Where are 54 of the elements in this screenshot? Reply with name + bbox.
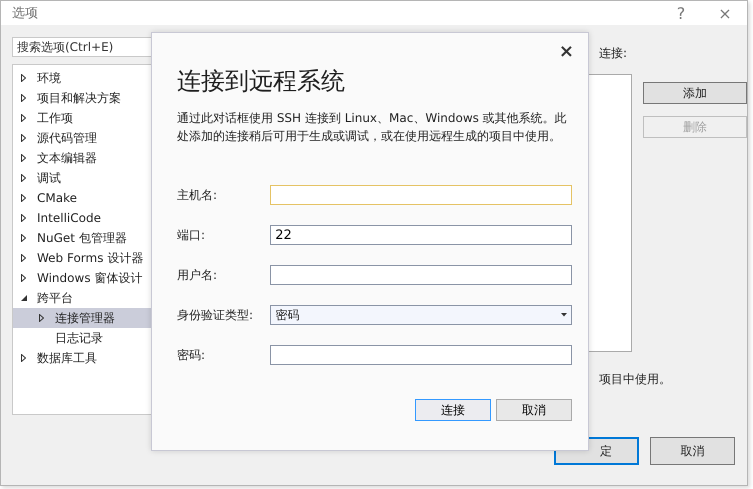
- dialog-title: 连接到远程系统: [177, 66, 346, 97]
- dialog-description: 通过此对话框使用 SSH 连接到 Linux、Mac、Windows 或其他系统。此处添加的连接稍后可用于生成或调试，或在使用远程生成的项目中使用。: [177, 110, 568, 145]
- tree-item[interactable]: Windows 窗体设计: [37, 270, 142, 286]
- tree-item[interactable]: NuGet 包管理器: [37, 230, 127, 246]
- cancel-button[interactable]: 取消: [496, 399, 572, 421]
- tree-item[interactable]: 环境: [37, 70, 61, 86]
- tree-item[interactable]: 文本编辑器: [37, 150, 97, 166]
- dropdown-caret-icon: [561, 313, 567, 317]
- help-button[interactable]: ?: [659, 1, 703, 25]
- tree-item[interactable]: 调试: [37, 170, 61, 186]
- tree-item[interactable]: 数据库工具: [37, 350, 97, 366]
- collapsed-arrow-icon[interactable]: [21, 254, 26, 262]
- search-field[interactable]: 搜索选项(Ctrl+E): [12, 37, 152, 57]
- input-field[interactable]: 22: [270, 225, 572, 245]
- close-button[interactable]: ×: [554, 43, 578, 61]
- window-title: 选项: [12, 5, 39, 22]
- tree-item[interactable]: 跨平台: [37, 290, 73, 306]
- cancel-button[interactable]: 取消: [650, 437, 735, 465]
- connect-button[interactable]: 连接: [415, 399, 491, 421]
- collapsed-arrow-icon[interactable]: [21, 134, 26, 142]
- collapsed-arrow-icon[interactable]: [21, 194, 26, 202]
- field-label: 主机名:: [177, 186, 218, 204]
- collapsed-arrow-icon[interactable]: [21, 234, 26, 242]
- collapsed-arrow-icon[interactable]: [21, 354, 26, 362]
- collapsed-arrow-icon[interactable]: [21, 174, 26, 182]
- tree-item[interactable]: 日志记录: [55, 330, 103, 346]
- tree-item[interactable]: CMake: [37, 191, 77, 205]
- collapsed-arrow-icon[interactable]: [21, 274, 26, 282]
- tree-item[interactable]: Web Forms 设计器: [37, 250, 144, 266]
- input-field[interactable]: [270, 265, 572, 285]
- close-button[interactable]: ×: [703, 1, 747, 25]
- tree-item[interactable]: 源代码管理: [37, 130, 97, 146]
- field-label: 身份验证类型:: [177, 306, 254, 324]
- collapsed-arrow-icon[interactable]: [21, 74, 26, 82]
- collapsed-arrow-icon[interactable]: [21, 94, 26, 102]
- tree-item[interactable]: IntelliCode: [37, 211, 101, 225]
- tree-item[interactable]: 工作项: [37, 110, 73, 126]
- collapsed-arrow-icon[interactable]: [21, 154, 26, 162]
- collapsed-arrow-icon[interactable]: [21, 214, 26, 222]
- input-field[interactable]: [270, 345, 572, 365]
- auth-type-dropdown[interactable]: 密码: [270, 305, 572, 325]
- field-label: 密码:: [177, 346, 206, 364]
- expanded-arrow-icon[interactable]: [21, 295, 27, 301]
- tree-item[interactable]: 连接管理器: [55, 310, 115, 326]
- note-text: 项目中使用。: [599, 371, 671, 388]
- collapsed-arrow-icon[interactable]: [39, 314, 44, 322]
- add-button[interactable]: 添加: [643, 82, 747, 104]
- field-label: 端口:: [177, 226, 206, 244]
- tree-item-highlight[interactable]: 连接管理器: [13, 308, 152, 328]
- tree-item[interactable]: 项目和解决方案: [37, 90, 121, 106]
- collapsed-arrow-icon[interactable]: [21, 114, 26, 122]
- field-label: 用户名:: [177, 266, 218, 284]
- connections-label: 连接:: [599, 45, 628, 62]
- input-field[interactable]: [270, 185, 572, 205]
